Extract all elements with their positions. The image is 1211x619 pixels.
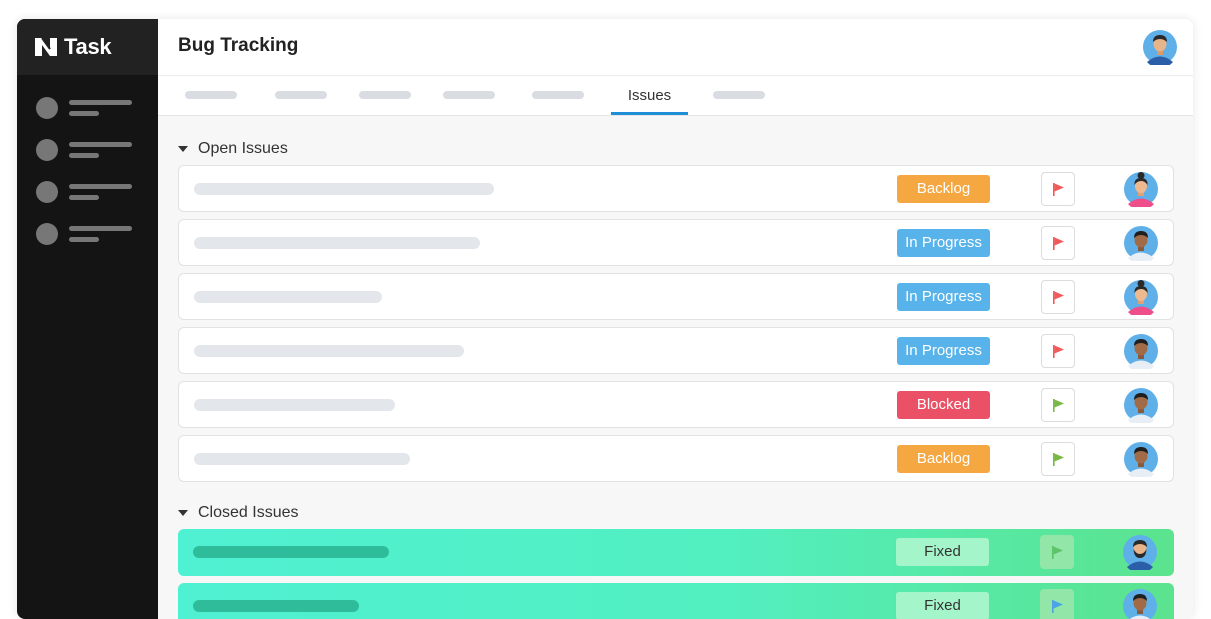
priority-flag-button[interactable] xyxy=(1041,280,1075,314)
issue-title-placeholder xyxy=(193,546,389,558)
assignee-avatar[interactable] xyxy=(1123,333,1159,369)
priority-flag-button[interactable] xyxy=(1041,442,1075,476)
sidebar-item-icon xyxy=(36,181,58,203)
closed-issues-header[interactable]: Closed Issues xyxy=(178,504,299,522)
flag-icon xyxy=(1053,291,1064,304)
app-logo-icon xyxy=(35,37,57,56)
sidebar-item[interactable] xyxy=(36,223,158,245)
priority-flag-button[interactable] xyxy=(1041,172,1075,206)
flag-icon xyxy=(1052,600,1063,613)
flag-icon xyxy=(1053,399,1064,412)
sidebar-item-label-placeholder xyxy=(69,142,132,158)
open-issues-header[interactable]: Open Issues xyxy=(178,140,288,158)
tab-placeholder[interactable] xyxy=(359,91,411,99)
sidebar-nav xyxy=(17,75,158,245)
tab-issues[interactable]: Issues xyxy=(611,76,688,115)
sidebar-item-icon xyxy=(36,97,58,119)
priority-flag-button[interactable] xyxy=(1040,589,1074,619)
tab-placeholder[interactable] xyxy=(443,91,495,99)
tab-bar: Issues xyxy=(158,76,1193,116)
priority-flag-button[interactable] xyxy=(1041,226,1075,260)
page-title: Bug Tracking xyxy=(178,35,299,56)
sidebar-item-icon xyxy=(36,223,58,245)
sidebar-item[interactable] xyxy=(36,139,158,161)
issue-row[interactable]: In Progress xyxy=(178,219,1174,266)
sidebar-item[interactable] xyxy=(36,97,158,119)
tab-placeholder[interactable] xyxy=(713,91,765,99)
header: Bug Tracking xyxy=(158,19,1193,76)
sidebar-item-label-placeholder xyxy=(69,184,132,200)
tab-placeholder[interactable] xyxy=(532,91,584,99)
status-badge[interactable]: Backlog xyxy=(897,445,990,473)
flag-icon xyxy=(1052,546,1063,559)
assignee-avatar[interactable] xyxy=(1123,225,1159,261)
collapse-triangle-icon xyxy=(178,510,188,516)
tab-placeholder[interactable] xyxy=(185,91,237,99)
issue-row[interactable]: Backlog xyxy=(178,165,1174,212)
app-window: Task Bug Tracking Issues Open Issues Bac… xyxy=(17,19,1193,619)
issue-title-placeholder xyxy=(193,600,359,612)
issue-row[interactable]: In Progress xyxy=(178,327,1174,374)
flag-icon xyxy=(1053,453,1064,466)
issue-title-placeholder xyxy=(194,453,410,465)
issue-title-placeholder xyxy=(194,345,464,357)
assignee-avatar[interactable] xyxy=(1122,534,1158,570)
sidebar-item-label-placeholder xyxy=(69,226,132,242)
status-badge[interactable]: In Progress xyxy=(897,283,990,311)
assignee-avatar[interactable] xyxy=(1123,387,1159,423)
issue-row[interactable]: Fixed xyxy=(178,583,1174,619)
issue-row[interactable]: Blocked xyxy=(178,381,1174,428)
priority-flag-button[interactable] xyxy=(1041,334,1075,368)
priority-flag-button[interactable] xyxy=(1040,535,1074,569)
brand[interactable]: Task xyxy=(17,19,158,75)
issue-title-placeholder xyxy=(194,399,395,411)
assignee-avatar[interactable] xyxy=(1123,279,1159,315)
status-badge[interactable]: Blocked xyxy=(897,391,990,419)
assignee-avatar[interactable] xyxy=(1123,441,1159,477)
status-badge[interactable]: Fixed xyxy=(896,538,989,566)
status-badge[interactable]: Backlog xyxy=(897,175,990,203)
user-avatar[interactable] xyxy=(1142,29,1178,65)
section-label: Closed Issues xyxy=(198,504,299,521)
section-label: Open Issues xyxy=(198,140,288,157)
status-badge[interactable]: Fixed xyxy=(896,592,989,619)
status-badge[interactable]: In Progress xyxy=(897,337,990,365)
status-badge[interactable]: In Progress xyxy=(897,229,990,257)
sidebar-item[interactable] xyxy=(36,181,158,203)
assignee-avatar[interactable] xyxy=(1123,171,1159,207)
sidebar-item-label-placeholder xyxy=(69,100,132,116)
issue-row[interactable]: In Progress xyxy=(178,273,1174,320)
issue-title-placeholder xyxy=(194,183,494,195)
flag-icon xyxy=(1053,237,1064,250)
app-name: Task xyxy=(64,34,112,59)
issue-row[interactable]: Fixed xyxy=(178,529,1174,576)
flag-icon xyxy=(1053,345,1064,358)
collapse-triangle-icon xyxy=(178,146,188,152)
issue-title-placeholder xyxy=(194,237,480,249)
sidebar-item-icon xyxy=(36,139,58,161)
main-panel: Bug Tracking Issues Open Issues Backlog I… xyxy=(158,19,1193,619)
tab-placeholder[interactable] xyxy=(275,91,327,99)
priority-flag-button[interactable] xyxy=(1041,388,1075,422)
issue-row[interactable]: Backlog xyxy=(178,435,1174,482)
flag-icon xyxy=(1053,183,1064,196)
sidebar: Task xyxy=(17,19,158,619)
issue-title-placeholder xyxy=(194,291,382,303)
